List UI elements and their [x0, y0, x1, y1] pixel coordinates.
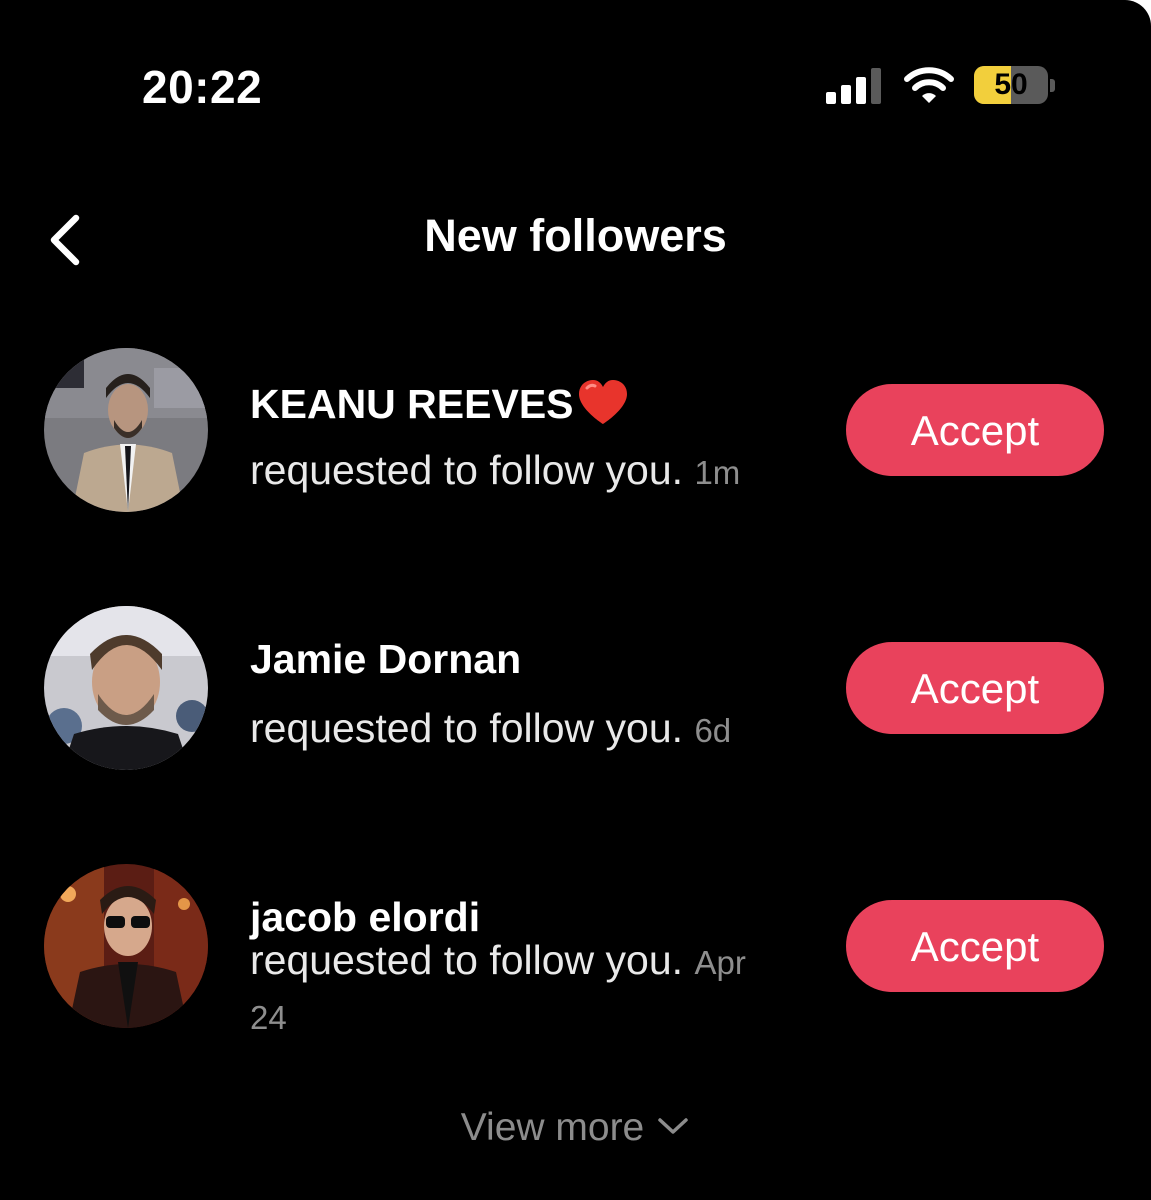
request-timestamp: 6d [694, 712, 732, 749]
request-message: requested to follow you. 6d [250, 702, 795, 757]
request-message-text: requested to follow you. [250, 937, 684, 983]
chevron-down-icon [658, 1118, 689, 1134]
view-more-button[interactable]: View more [0, 1106, 1151, 1150]
avatar[interactable] [44, 864, 208, 1028]
battery-terminal [1050, 79, 1055, 92]
phone-screen: 20:22 50 New followers KEANU REEVES requ… [0, 0, 1151, 1200]
view-more-label: View more [460, 1106, 645, 1149]
battery-percentage: 50 [994, 68, 1028, 101]
requester-name[interactable]: KEANU REEVES [250, 378, 630, 428]
accept-button[interactable]: Accept [846, 384, 1104, 476]
request-message-text: requested to follow you. [250, 447, 684, 493]
requester-name[interactable]: Jamie Dornan [250, 636, 521, 683]
battery-icon: 50 [974, 66, 1048, 104]
requester-name-text: KEANU REEVES [250, 381, 574, 427]
status-time: 20:22 [142, 61, 263, 113]
page-title: New followers [424, 210, 727, 261]
request-message-text: requested to follow you. [250, 705, 684, 751]
cellular-signal-icon [826, 68, 884, 104]
follow-request-row: KEANU REEVES requested to follow you. 1m… [0, 340, 1151, 550]
follow-request-row: Jamie Dornan requested to follow you. 6d… [0, 598, 1151, 808]
avatar[interactable] [44, 606, 208, 770]
heart-icon [578, 380, 627, 424]
avatar[interactable] [44, 348, 208, 512]
follow-request-row: jacob elordi requested to follow you. Ap… [0, 856, 1151, 1066]
request-message: requested to follow you. 1m [250, 444, 795, 499]
wifi-icon [904, 67, 954, 103]
request-timestamp: 1m [694, 454, 741, 491]
accept-button[interactable]: Accept [846, 642, 1104, 734]
request-message: requested to follow you. Apr 24 [250, 934, 790, 1044]
accept-button[interactable]: Accept [846, 900, 1104, 992]
requester-name-text: Jamie Dornan [250, 636, 522, 682]
